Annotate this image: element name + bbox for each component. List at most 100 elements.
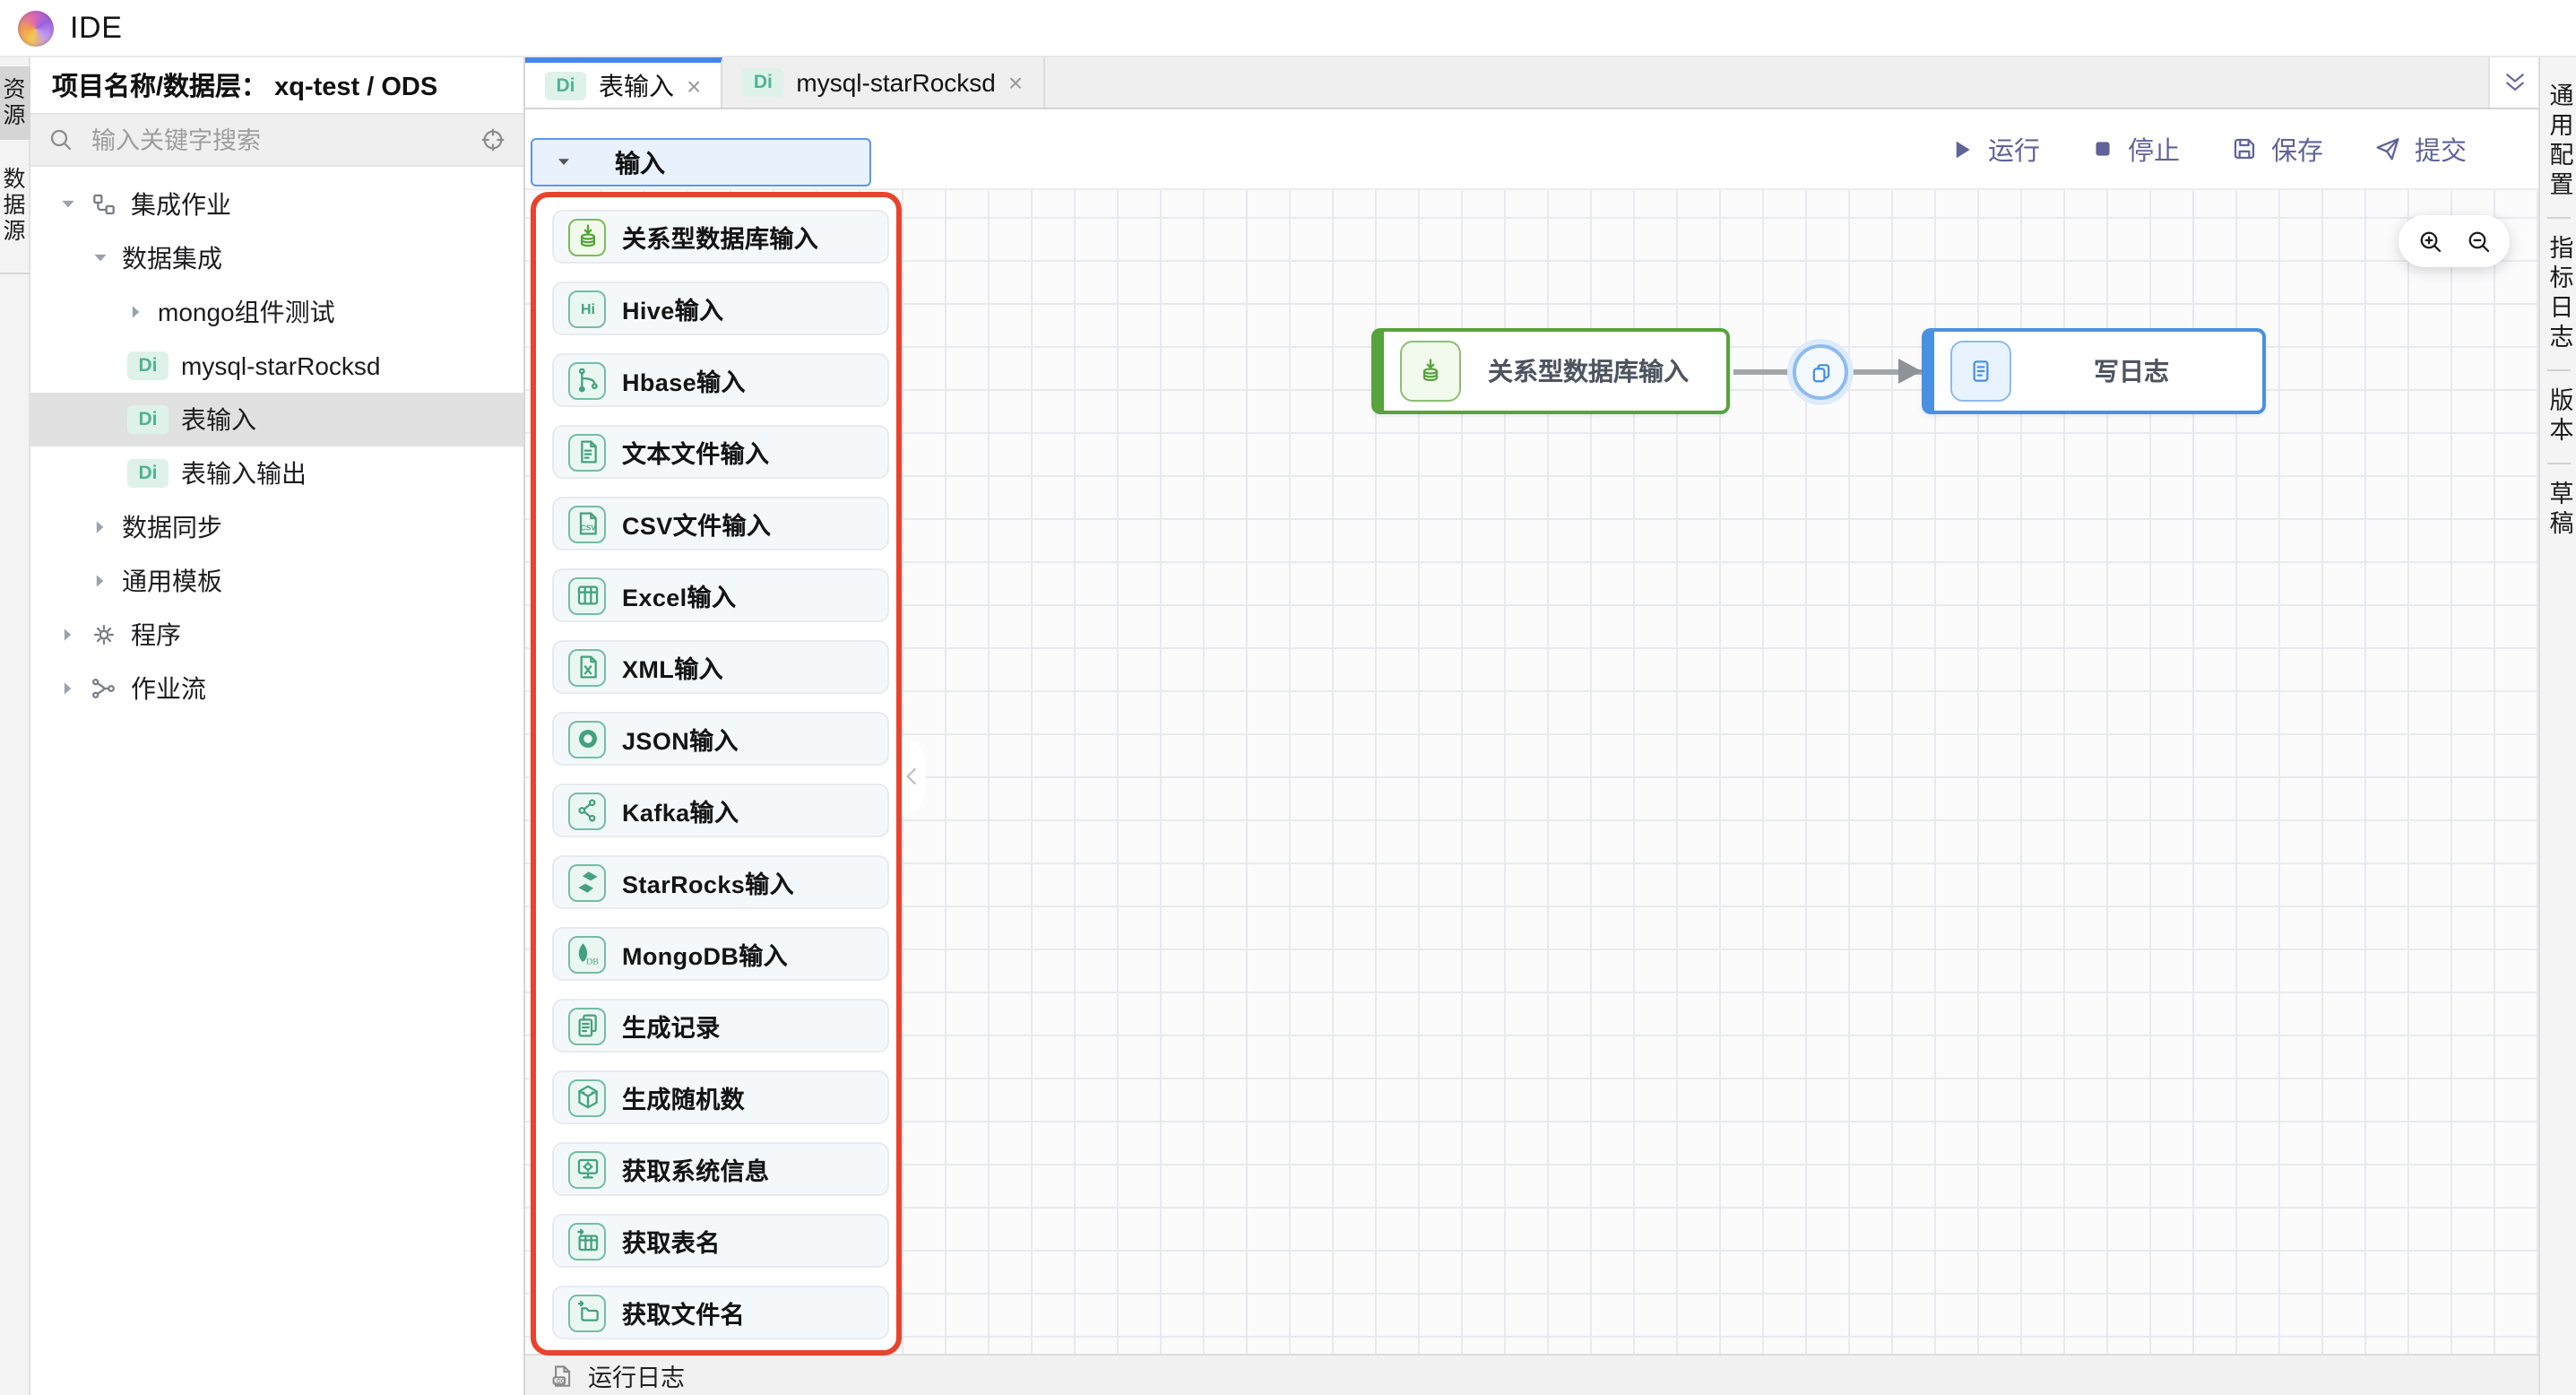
edge-copy-badge[interactable] (1793, 344, 1848, 400)
zoom-controls (2399, 215, 2510, 267)
node-relational-db-input[interactable]: 关系型数据库输入 (1371, 328, 1730, 414)
tree-item[interactable]: Di表输入 (30, 393, 523, 446)
tree-item-label: mongo组件测试 (158, 294, 335, 330)
random-number-icon (568, 1079, 606, 1116)
palette-item-label: MongoDB输入 (622, 936, 788, 972)
zoom-out-icon[interactable] (2464, 227, 2493, 256)
explorer-panel: 项目名称/数据层： xq-test / ODS 集成作业数据集成 mongo组件测… (30, 57, 525, 1395)
tree-item[interactable]: 数据同步 (30, 500, 523, 554)
stop-button-label: 停止 (2128, 130, 2180, 168)
sidebar-tab-resources[interactable]: 资源 (0, 66, 30, 140)
palette-item-label: 关系型数据库输入 (622, 219, 818, 255)
csv-file-icon: CSV (568, 505, 606, 542)
tab-label: 表输入 (599, 67, 674, 103)
close-icon[interactable]: × (1008, 70, 1023, 95)
project-header: 项目名称/数据层： xq-test / ODS (30, 57, 523, 113)
caret-right-icon (59, 626, 77, 644)
palette-item[interactable]: DBMongoDB输入 (552, 927, 889, 981)
save-button[interactable]: 保存 (2230, 130, 2323, 168)
palette-item-label: Hive输入 (622, 290, 723, 326)
palette-item[interactable]: Excel输入 (552, 568, 889, 622)
palette-item[interactable]: 获取表名 (552, 1214, 889, 1268)
tree-item-label: 数据同步 (122, 509, 222, 545)
tree-item-label: 通用模板 (122, 563, 222, 599)
workflow-icon (90, 674, 118, 703)
palette-item-label: Kafka输入 (622, 793, 739, 828)
play-icon (1949, 135, 1975, 162)
tree-item[interactable]: 数据集成 (30, 231, 523, 285)
json-icon (568, 720, 606, 758)
db-input-icon (568, 218, 606, 256)
search-input[interactable] (88, 125, 466, 155)
locate-icon[interactable] (479, 126, 507, 154)
tree-item-label: 表输入输出 (181, 455, 307, 491)
tree-item[interactable]: 作业流 (30, 662, 523, 715)
palette-header-label: 输入 (615, 144, 665, 180)
tree-item-label: 作业流 (131, 671, 206, 706)
tree-item[interactable]: mongo组件测试 (30, 285, 523, 339)
palette-item[interactable]: 获取文件名 (552, 1286, 889, 1339)
tab-mysql-starrocksd[interactable]: Di mysql-starRocksd × (722, 57, 1044, 108)
sidebar-tab-datasources[interactable]: 数据源 (0, 156, 30, 256)
activity-divider (0, 272, 30, 273)
project-tree: 集成作业数据集成mongo组件测试Dimysql-starRocksdDi表输入… (30, 167, 523, 1395)
panel-tab-draft[interactable]: 草稿 (2540, 464, 2576, 556)
palette-item[interactable]: XML输入 (552, 640, 889, 694)
palette-item[interactable]: StarRocks输入 (552, 855, 889, 909)
palette-item[interactable]: 获取系统信息 (552, 1142, 889, 1196)
palette-item[interactable]: 生成随机数 (552, 1070, 889, 1124)
palette-item-label: 生成随机数 (622, 1079, 745, 1115)
tree-item[interactable]: 程序 (30, 608, 523, 662)
palette-item[interactable]: 生成记录 (552, 999, 889, 1053)
svg-text:LOG: LOG (553, 1377, 566, 1383)
palette-input-dropdown[interactable]: 输入 (531, 138, 871, 186)
run-button[interactable]: 运行 (1949, 130, 2040, 168)
caret-right-icon (59, 680, 77, 698)
di-badge: Di (127, 459, 169, 488)
top-bar: IDE (0, 0, 2576, 57)
panel-tab-general-config[interactable]: 通用配置 (2540, 66, 2576, 217)
panel-tab-metric-log[interactable]: 指标日志 (2540, 219, 2576, 369)
palette-item[interactable]: CSV CSV文件输入 (552, 497, 889, 550)
palette-item[interactable]: JSON输入 (552, 712, 889, 766)
tree-item-label: mysql-starRocksd (181, 351, 381, 380)
close-icon[interactable]: × (687, 73, 701, 98)
run-log-label[interactable]: 运行日志 (588, 1357, 685, 1393)
tree-item-label: 集成作业 (131, 186, 231, 222)
panel-tab-version[interactable]: 版本 (2540, 371, 2576, 463)
collapse-panels-button[interactable] (2488, 57, 2538, 108)
zoom-in-icon[interactable] (2416, 227, 2444, 256)
palette-item[interactable]: Kafka输入 (552, 784, 889, 837)
caret-down-icon (91, 249, 109, 267)
palette-item[interactable]: 文本文件输入 (552, 425, 889, 479)
tree-item[interactable]: Dimysql-starRocksd (30, 339, 523, 393)
chevron-left-icon (898, 762, 927, 791)
palette-item-label: XML输入 (622, 649, 723, 685)
tab-table-input[interactable]: Di 表输入 × (525, 57, 722, 108)
submit-button[interactable]: 提交 (2373, 130, 2467, 168)
di-badge: Di (127, 405, 169, 434)
ide-window: IDE 资源 数据源 项目名称/数据层： xq-test / ODS 集成作业数… (0, 0, 2576, 1393)
palette-item-label: 获取文件名 (622, 1295, 745, 1330)
palette-item-label: Hbase输入 (622, 362, 746, 398)
node-write-log[interactable]: 写日志 (1922, 328, 2266, 414)
tree-item[interactable]: Di 表输入输出 (30, 446, 523, 500)
table-name-icon (568, 1222, 606, 1260)
tree-item[interactable]: 集成作业 (30, 178, 523, 231)
caret-right-icon (127, 303, 145, 321)
palette-item[interactable]: Hbase输入 (552, 353, 889, 407)
palette-item-label: 获取系统信息 (622, 1151, 769, 1187)
palette-item-label: CSV文件输入 (622, 506, 771, 542)
search-icon (47, 126, 75, 154)
log-icon: LOG (549, 1362, 575, 1389)
palette-list: 关系型数据库输入 HiHive输入 Hbase输入文本文件输入 CSV CSV文件输入 E… (531, 192, 902, 1356)
tree-item[interactable]: 通用模板 (30, 554, 523, 608)
palette-item[interactable]: 关系型数据库输入 (552, 210, 889, 264)
stop-button[interactable]: 停止 (2090, 130, 2180, 168)
run-button-label: 运行 (1988, 130, 2040, 168)
submit-button-label: 提交 (2415, 130, 2467, 168)
palette-item-label: 获取表名 (622, 1223, 721, 1259)
save-icon (2230, 134, 2259, 163)
svg-text:CSV: CSV (580, 524, 595, 532)
palette-item[interactable]: HiHive输入 (552, 282, 889, 335)
